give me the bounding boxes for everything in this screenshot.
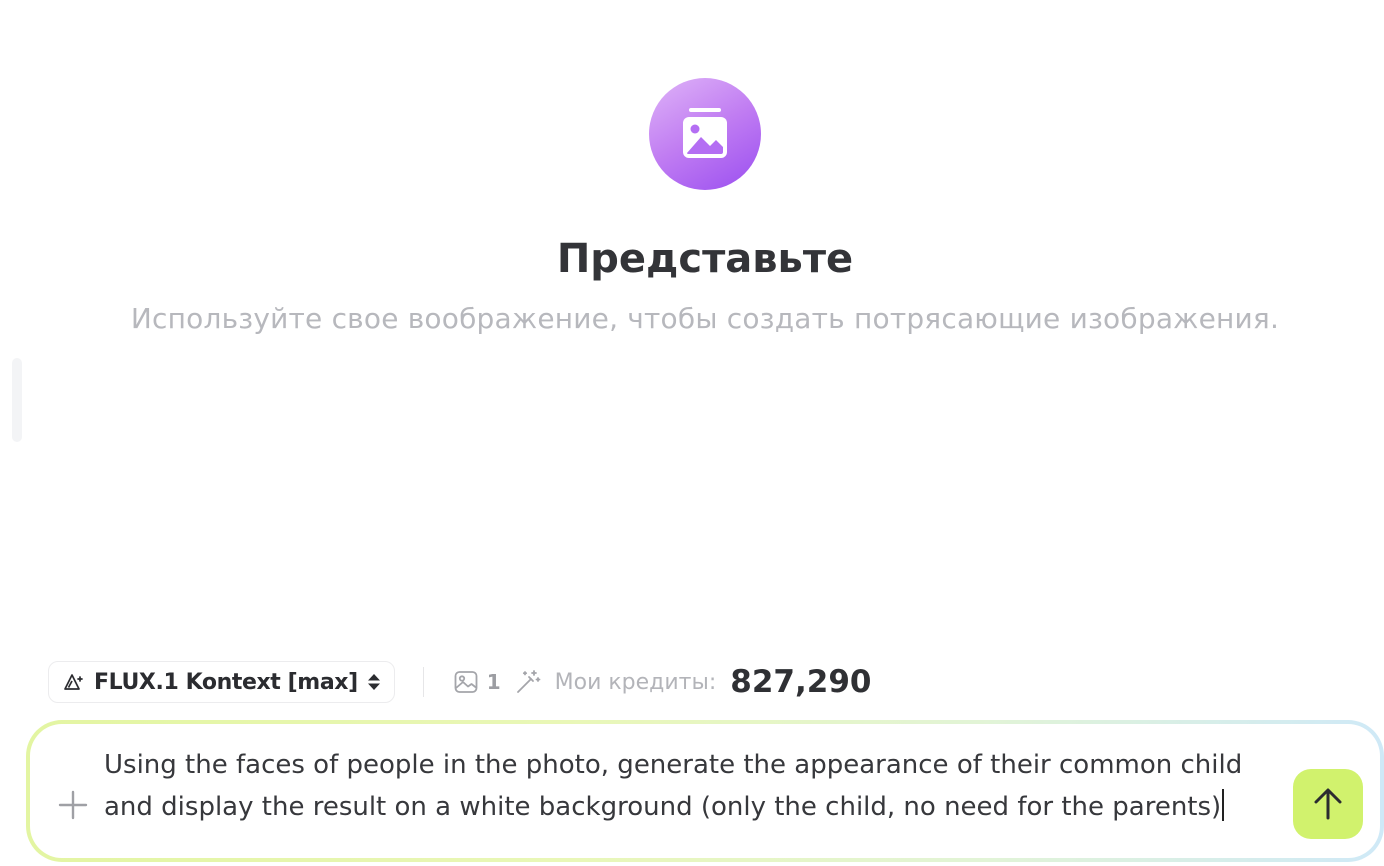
credits-label: Мои кредиты: <box>554 669 717 695</box>
image-icon <box>453 669 479 695</box>
plus-icon[interactable] <box>56 788 90 822</box>
model-name: FLUX.1 Kontext [max] <box>94 669 358 695</box>
page-title: Представьте <box>556 236 854 282</box>
prompt-text: Using the faces of people in the photo, … <box>104 750 1243 822</box>
generation-toolbar: FLUX.1 Kontext [max] 1 Мои кредиты: 827,… <box>48 661 872 703</box>
send-button[interactable] <box>1293 769 1363 839</box>
prompt-composer-inner: Using the faces of people in the photo, … <box>30 724 1380 858</box>
prompt-composer: Using the faces of people in the photo, … <box>26 720 1384 862</box>
image-count-selector[interactable]: 1 <box>453 669 501 695</box>
magic-wand-icon[interactable] <box>515 669 541 695</box>
toolbar-divider <box>422 667 424 697</box>
image-count: 1 <box>486 670 501 694</box>
arrow-up-icon <box>1312 787 1344 821</box>
credits-value: 827,290 <box>730 664 872 700</box>
page-subtitle: Используйте свое воображение, чтобы созд… <box>130 302 1280 335</box>
sort-arrows-icon <box>367 672 381 692</box>
text-caret <box>1222 789 1225 821</box>
image-generator-page: Представьте Используйте свое воображение… <box>0 0 1384 866</box>
model-select[interactable]: FLUX.1 Kontext [max] <box>48 661 395 703</box>
prompt-input[interactable]: Using the faces of people in the photo, … <box>104 744 1284 828</box>
image-stack-icon <box>649 78 761 190</box>
scrollbar[interactable] <box>12 358 22 442</box>
triangle-sparkle-icon <box>63 671 85 693</box>
